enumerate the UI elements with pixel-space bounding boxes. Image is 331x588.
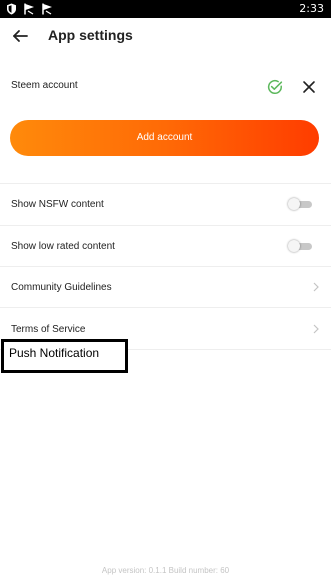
toggle-knob [288, 240, 300, 252]
account-row: Steem account [0, 72, 331, 102]
shield-icon [6, 3, 17, 15]
status-bar: 2:33 [0, 0, 331, 18]
app-header: App settings [0, 18, 331, 54]
account-label: Steem account [11, 80, 78, 91]
check-circle-icon [266, 78, 284, 96]
status-icons [6, 2, 53, 16]
add-account-button[interactable]: Add account [10, 120, 319, 156]
status-time: 2:33 [299, 2, 324, 15]
nsfw-toggle[interactable] [288, 198, 312, 210]
terms-of-service-label: Terms of Service [11, 324, 86, 335]
low-rated-toggle[interactable] [288, 240, 312, 252]
close-icon [300, 78, 318, 96]
low-rated-label: Show low rated content [11, 241, 115, 252]
remove-account-button[interactable] [300, 78, 318, 96]
notification-flag-icon [42, 3, 53, 15]
chevron-right-icon [313, 324, 319, 334]
app-version-text: App version: 0.1.1 Build number: 60 [101, 566, 230, 575]
community-guidelines-link[interactable]: Community Guidelines [0, 267, 331, 307]
notification-flag-icon [24, 3, 35, 15]
toggle-knob [288, 198, 300, 210]
push-notification-item[interactable]: Push Notification [1, 339, 128, 373]
community-guidelines-label: Community Guidelines [11, 282, 112, 293]
page-title: App settings [48, 27, 133, 43]
setting-row-low-rated: Show low rated content [0, 226, 331, 266]
chevron-right-icon [313, 282, 319, 292]
divider [0, 307, 331, 308]
arrow-left-icon [8, 24, 32, 48]
nsfw-label: Show NSFW content [11, 199, 104, 210]
setting-row-nsfw: Show NSFW content [0, 184, 331, 224]
push-notification-label: Push Notification [9, 346, 100, 360]
back-button[interactable] [8, 24, 32, 48]
